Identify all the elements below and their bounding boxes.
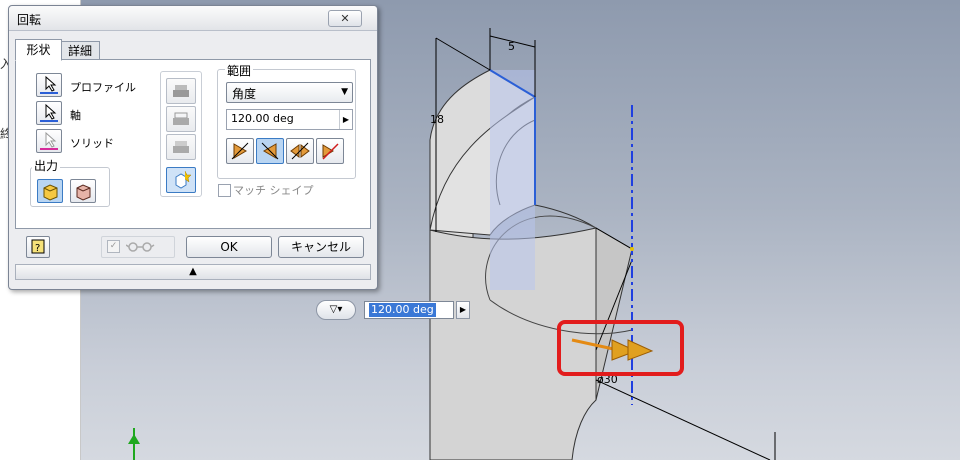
solid-select-button[interactable]	[36, 129, 62, 153]
coord-axis-head	[128, 434, 140, 444]
dialog-titlebar[interactable]: 回転 ✕	[9, 6, 377, 31]
output-label: 出力	[32, 157, 61, 174]
surface-cube-icon	[76, 184, 91, 201]
axis-select-button[interactable]	[36, 101, 62, 125]
profile-sketch	[490, 70, 535, 290]
asymmetric-icon	[322, 143, 339, 160]
axis-point	[630, 247, 634, 251]
range-label: 範囲	[225, 62, 254, 79]
output-surface-button[interactable]	[70, 179, 96, 203]
angle-arrow-button[interactable]: ▶	[339, 110, 352, 129]
mini-angle-arrow-button[interactable]: ▶	[456, 301, 470, 319]
direction1-button[interactable]	[226, 138, 254, 164]
direction1-icon	[231, 142, 249, 160]
axis-underline	[40, 120, 58, 122]
angle-input[interactable]: 120.00 deg ▶	[226, 109, 353, 130]
ok-button[interactable]: OK	[186, 236, 272, 258]
profile-select-button[interactable]	[36, 73, 62, 97]
symmetric-icon	[290, 142, 310, 160]
cut-button[interactable]	[166, 106, 196, 132]
profile-label: プロファイル	[70, 81, 136, 94]
mini-toolbar: ▽▾ 120.00 deg ▶	[316, 300, 470, 320]
symmetric-button[interactable]	[286, 138, 314, 164]
cursor-arrow-icon	[45, 131, 57, 148]
dropdown-arrow-icon: ▼	[341, 87, 348, 97]
dim-height-text[interactable]: 18	[430, 113, 444, 126]
intersect-button[interactable]	[166, 134, 196, 160]
cursor-arrow-icon	[45, 75, 57, 92]
join-icon	[173, 85, 189, 97]
close-button[interactable]: ✕	[328, 10, 362, 27]
tab-more[interactable]: 詳細	[60, 41, 100, 61]
output-solid-button[interactable]	[37, 179, 63, 203]
new-solid-button[interactable]	[166, 167, 196, 193]
dim-line-height	[435, 37, 491, 71]
solid-cube-icon	[43, 184, 58, 201]
glasses-icon	[126, 242, 155, 252]
cancel-button[interactable]: キャンセル	[278, 236, 364, 258]
expand-toggle[interactable]: ▲	[15, 264, 371, 280]
mini-angle-input[interactable]: 120.00 deg	[364, 301, 454, 319]
solid-label: ソリッド	[70, 137, 114, 150]
cursor-arrow-icon	[45, 103, 57, 120]
new-solid-icon	[175, 170, 192, 189]
mini-toolbar-options-dropdown[interactable]: ▽▾	[316, 300, 356, 320]
angle-value: 120.00 deg	[231, 112, 294, 125]
match-shape-checkbox[interactable]	[218, 184, 231, 197]
intersect-icon	[173, 141, 189, 153]
range-type-select[interactable]: 角度 ▼	[226, 82, 353, 103]
mini-angle-value: 120.00 deg	[369, 303, 436, 317]
axis-label: 軸	[70, 109, 81, 122]
highlight-box	[557, 320, 684, 376]
dialog-title: 回転	[17, 13, 42, 27]
join-button[interactable]	[166, 78, 196, 104]
direction2-icon	[261, 142, 279, 160]
help-button[interactable]: ?	[26, 236, 50, 258]
tab-shape[interactable]: 形状	[15, 39, 62, 61]
cut-icon	[173, 112, 189, 125]
dim-line-diameter	[595, 379, 771, 460]
solid-underline	[40, 148, 58, 150]
direction2-button[interactable]	[256, 138, 284, 164]
profile-underline	[40, 92, 58, 94]
range-type-value: 角度	[232, 87, 257, 101]
match-shape-label: マッチ シェイプ	[233, 184, 314, 197]
dim-width-text[interactable]: 5	[508, 40, 515, 53]
preview-checkbox[interactable]: ✓	[107, 240, 120, 253]
help-glyph: ?	[35, 243, 40, 254]
help-icon: ?	[31, 239, 45, 254]
asymmetric-button[interactable]	[316, 138, 344, 164]
